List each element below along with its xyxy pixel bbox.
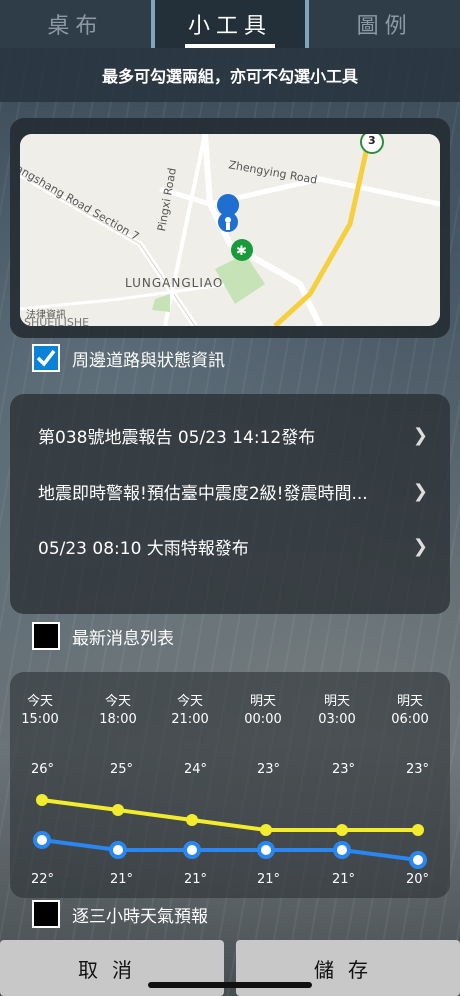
forecast-high-temp: 23° (332, 762, 356, 777)
forecast-day-label: 明天 (323, 694, 350, 709)
checkbox-unchecked-icon[interactable] (32, 900, 60, 928)
forecast-point (112, 804, 124, 816)
forecast-time-label: 18:00 (99, 712, 137, 727)
forecast-low-temp: 21° (184, 872, 208, 887)
forecast-time-label: 03:00 (318, 712, 356, 727)
forecast-point (186, 814, 198, 826)
forecast-time-label: 06:00 (391, 712, 429, 727)
news-widget-toggle[interactable]: 最新消息列表 (32, 622, 174, 650)
forecast-day-label: 明天 (249, 694, 276, 709)
roads-widget-toggle[interactable]: 周邊道路與狀態資訊 (32, 344, 225, 372)
forecast-time-label: 15:00 (21, 712, 59, 727)
forecast-series-line (41, 798, 418, 832)
forecast-time-label: 21:00 (171, 712, 209, 727)
forecast-low-temp: 20° (406, 872, 430, 887)
news-item-text: 第038號地震報告 05/23 14:12發布 (38, 427, 316, 448)
forecast-point (412, 824, 424, 836)
tab-wallpaper[interactable]: 桌布 (0, 0, 151, 48)
news-item-text: 地震即時警報!預估臺中震度2級!發震時間... (38, 483, 368, 504)
forecast-high-temp: 25° (110, 762, 134, 777)
forecast-high-temp: 26° (31, 762, 55, 777)
forecast-point (109, 841, 127, 859)
home-indicator (148, 982, 312, 988)
forecast-point (333, 841, 351, 859)
forecast-chart (33, 794, 427, 869)
map-area-label: LUNGANGLIAO (125, 276, 224, 290)
forecast-low-temp: 22° (31, 872, 55, 887)
map-preview[interactable]: ✱ angshang Road Section 7 Zhengying Road… (20, 134, 440, 326)
news-widget-label: 最新消息列表 (72, 628, 174, 649)
map-area-label: SHUEILISHE (24, 316, 90, 326)
highway-shield-icon: 3 (368, 134, 376, 147)
forecast-low-temp: 21° (332, 872, 356, 887)
forecast-point (257, 841, 275, 859)
forecast-high-temp: 24° (184, 762, 208, 777)
forecast-high-temp: 23° (257, 762, 281, 777)
forecast-day-label: 今天 (26, 694, 53, 709)
tab-legend[interactable]: 圖例 (309, 0, 460, 48)
forecast-point (36, 794, 48, 806)
forecast-point (260, 824, 272, 836)
news-item[interactable]: 地震即時警報!預估臺中震度2級!發震時間... ❯ (38, 476, 428, 506)
forecast-widget-label: 逐三小時天氣預報 (72, 906, 208, 927)
forecast-time-label: 00:00 (244, 712, 282, 727)
tab-widgets[interactable]: 小工具 (150, 0, 310, 48)
instruction-text: 最多可勾選兩組，亦可不勾選小工具 (0, 48, 460, 102)
forecast-point (183, 841, 201, 859)
chevron-right-icon: ❯ (412, 480, 428, 502)
forecast-day-label: 明天 (396, 694, 423, 709)
forecast-low-temp: 21° (110, 872, 134, 887)
forecast-point (336, 824, 348, 836)
chevron-right-icon: ❯ (412, 535, 428, 557)
forecast-widget-toggle[interactable]: 逐三小時天氣預報 (32, 900, 208, 928)
forecast-high-temp: 23° (406, 762, 430, 777)
forecast-day-label: 今天 (176, 694, 203, 709)
forecast-point (33, 831, 51, 849)
forecast-point (409, 851, 427, 869)
news-item[interactable]: 05/23 08:10 大雨特報發布 ❯ (38, 531, 428, 561)
news-item-text: 05/23 08:10 大雨特報發布 (38, 538, 249, 559)
svg-text:✱: ✱ (236, 244, 247, 259)
checkbox-unchecked-icon[interactable] (32, 622, 60, 650)
roads-widget-label: 周邊道路與狀態資訊 (72, 350, 225, 371)
forecast-low-temp: 21° (257, 872, 281, 887)
tab-bar: 桌布 小工具 圖例 (0, 0, 460, 48)
forecast-day-label: 今天 (104, 694, 131, 709)
chevron-right-icon: ❯ (412, 424, 428, 446)
forecast-series-line (41, 838, 419, 862)
checkbox-checked-icon[interactable] (32, 344, 60, 372)
news-item[interactable]: 第038號地震報告 05/23 14:12發布 ❯ (38, 420, 428, 450)
